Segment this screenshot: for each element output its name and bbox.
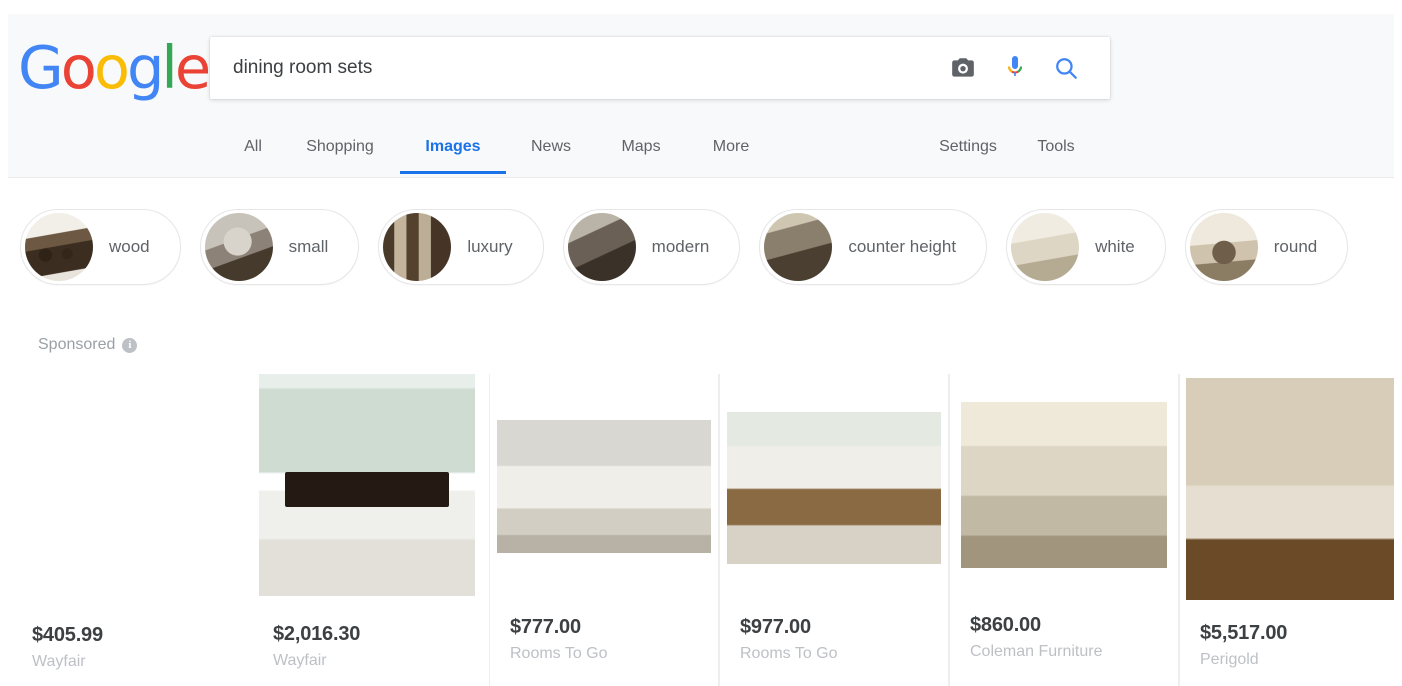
camera-icon[interactable] — [949, 55, 977, 81]
search-box[interactable] — [210, 37, 1110, 99]
product-merchant: Rooms To Go — [740, 645, 838, 662]
logo-letter-g1: G — [18, 33, 64, 102]
product-image — [961, 402, 1167, 568]
filter-chips-row: wood small luxury modern counter height … — [8, 192, 1394, 302]
sponsored-header: Sponsored i — [38, 336, 138, 354]
tab-more[interactable]: More — [686, 124, 776, 174]
chip-thumbnail-icon — [764, 213, 833, 281]
google-logo[interactable]: Google — [18, 33, 211, 102]
tab-all[interactable]: All — [226, 124, 280, 174]
product-card[interactable]: $777.00 Rooms To Go — [489, 374, 719, 686]
logo-letter-l: l — [161, 33, 178, 102]
chip-label: round — [1273, 237, 1318, 256]
chip-thumbnail-icon — [1189, 213, 1258, 281]
chip-thumbnail-icon — [383, 213, 452, 281]
filter-chip-white[interactable]: white — [1006, 209, 1166, 285]
product-image — [259, 374, 475, 596]
product-image — [726, 412, 942, 564]
chip-thumbnail-icon — [204, 213, 273, 281]
product-price: $2,016.30 — [273, 623, 361, 645]
chip-thumbnail-icon — [25, 213, 93, 281]
chip-label: luxury — [467, 237, 513, 256]
filter-chip-wood[interactable]: wood — [20, 209, 181, 285]
nav-right-group: Settings Tools — [918, 124, 1094, 174]
product-price: $977.00 — [740, 616, 811, 638]
product-card[interactable]: $5,517.00 Perigold — [1179, 374, 1394, 686]
product-card[interactable]: $405.99 Wayfair — [18, 374, 244, 686]
product-merchant: Perigold — [1200, 651, 1259, 668]
filter-chip-round[interactable]: round — [1184, 209, 1349, 285]
chip-thumbnail-icon — [567, 213, 636, 281]
settings-button[interactable]: Settings — [918, 124, 1018, 174]
filter-chip-luxury[interactable]: luxury — [378, 209, 544, 285]
tab-maps[interactable]: Maps — [596, 124, 686, 174]
google-images-page: Google dining room sets All Shopping Ima… — [8, 14, 1394, 686]
chip-label: modern — [651, 237, 710, 256]
logo-letter-o1: o — [60, 33, 97, 102]
info-icon[interactable]: i — [122, 337, 138, 353]
chip-thumbnail-icon — [1011, 213, 1080, 281]
search-box-icons — [949, 54, 1109, 82]
search-nav-tabs: All Shopping Images News Maps More Setti… — [8, 124, 1394, 178]
product-card[interactable]: $977.00 Rooms To Go — [719, 374, 949, 686]
tools-button[interactable]: Tools — [1018, 124, 1094, 174]
tab-images[interactable]: Images — [400, 124, 506, 174]
product-price: $777.00 — [510, 616, 581, 638]
filter-chip-modern[interactable]: modern — [562, 209, 741, 285]
logo-letter-o2: o — [93, 33, 130, 102]
tab-shopping[interactable]: Shopping — [280, 124, 400, 174]
chip-label: small — [288, 237, 329, 256]
sponsored-label: Sponsored — [38, 336, 116, 353]
product-image-detail — [284, 471, 450, 508]
microphone-icon[interactable] — [1003, 54, 1027, 82]
chip-label: white — [1095, 237, 1135, 256]
sponsored-products-row: $405.99 Wayfair $2,016.30 Wayfair $777.0… — [18, 374, 1394, 686]
product-merchant: Wayfair — [273, 652, 327, 669]
tab-news[interactable]: News — [506, 124, 596, 174]
product-image — [496, 420, 712, 553]
chip-label: wood — [109, 237, 150, 256]
product-image — [18, 374, 244, 612]
search-input[interactable] — [211, 38, 949, 98]
page-header: Google dining room sets All Shopping Ima… — [8, 14, 1394, 178]
nav-left-group: All Shopping Images News Maps More — [226, 124, 776, 174]
chip-label: counter height — [848, 237, 957, 256]
product-price: $405.99 — [32, 624, 103, 646]
logo-letter-g2: g — [126, 33, 164, 102]
product-merchant: Wayfair — [32, 653, 86, 670]
product-card[interactable]: $2,016.30 Wayfair — [259, 374, 475, 686]
product-merchant: Coleman Furniture — [970, 643, 1103, 660]
product-image — [1185, 378, 1394, 600]
logo-letter-e: e — [174, 33, 211, 102]
product-price: $860.00 — [970, 614, 1041, 636]
filter-chip-counter-height[interactable]: counter height — [759, 209, 988, 285]
filter-chip-small[interactable]: small — [199, 209, 360, 285]
product-merchant: Rooms To Go — [510, 645, 608, 662]
search-icon[interactable] — [1053, 55, 1079, 81]
product-card[interactable]: $860.00 Coleman Furniture — [949, 374, 1179, 686]
product-price: $5,517.00 — [1200, 622, 1288, 644]
